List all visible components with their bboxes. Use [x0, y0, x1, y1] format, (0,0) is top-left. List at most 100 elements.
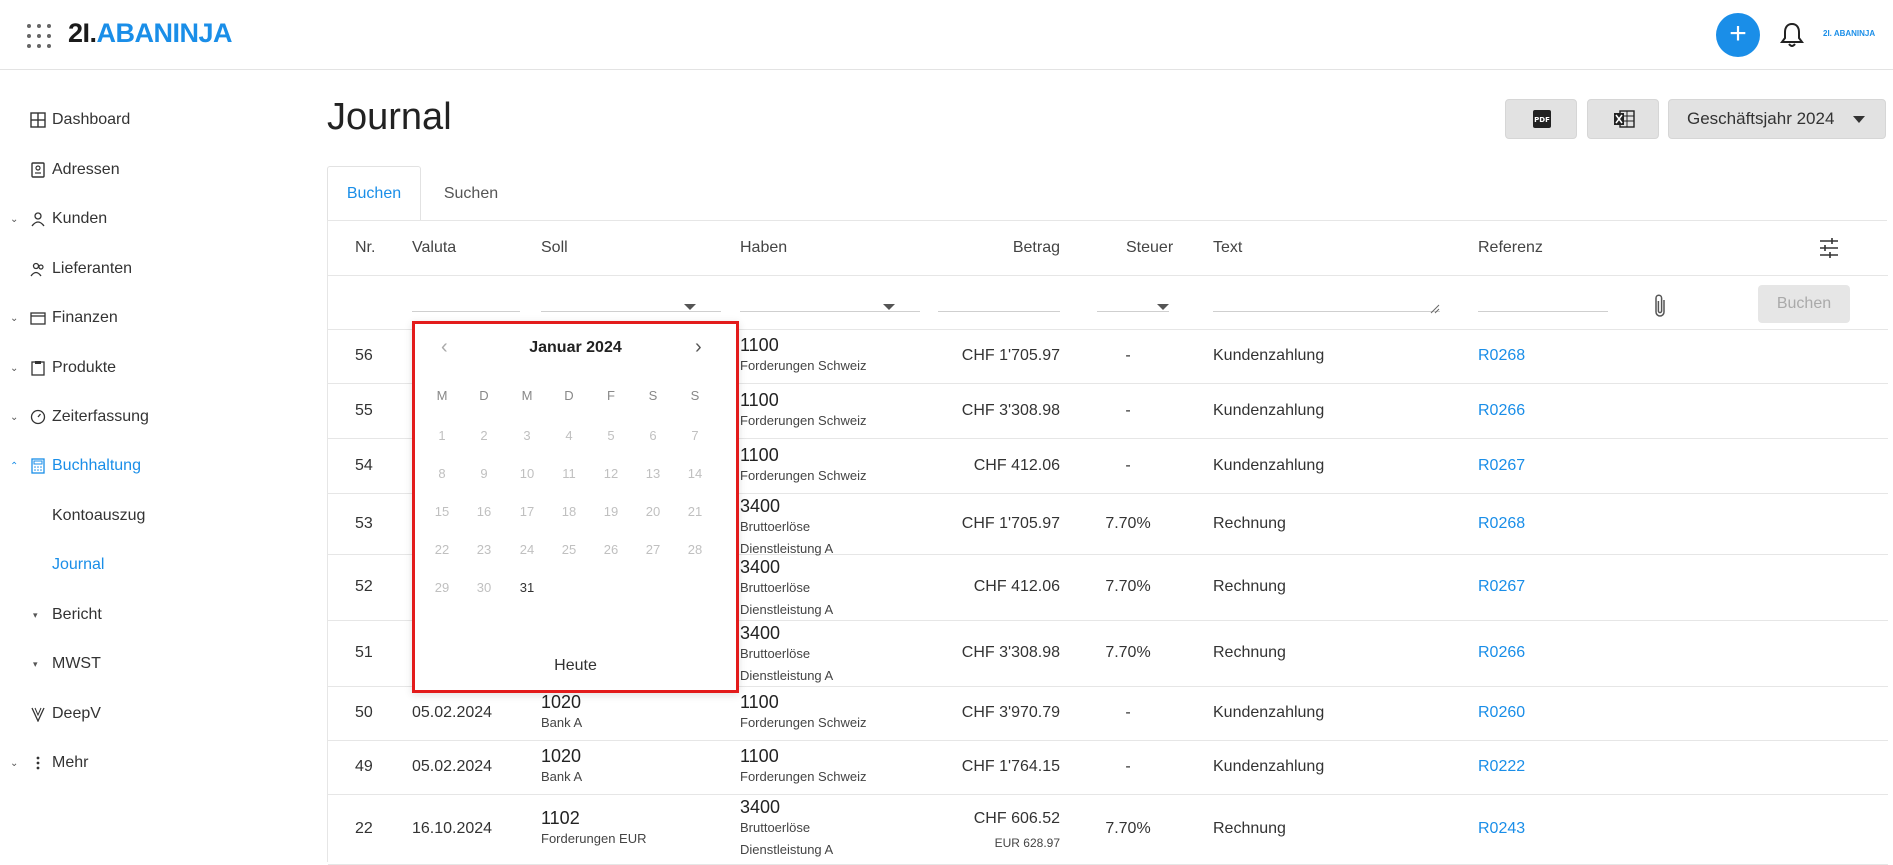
caret-down-icon — [1157, 304, 1169, 310]
cell-soll-name: Bank A — [541, 715, 583, 730]
cell-haben-name: Forderungen Schweiz — [740, 413, 867, 428]
betrag-input[interactable] — [938, 311, 1060, 312]
cell-steuer: 7.70% — [1105, 644, 1151, 661]
caret-down-icon — [883, 304, 895, 310]
valuta-input[interactable] — [412, 311, 520, 312]
sidebar-item-adressen[interactable]: Adressen — [0, 155, 290, 185]
steuer-select[interactable] — [1097, 311, 1169, 312]
cell-betrag: CHF 606.52 — [973, 810, 1060, 827]
sidebar-item-produkte[interactable]: ⌄ Produkte — [0, 353, 290, 383]
date-picker: ‹ Januar 2024 › M D M D F S S 1 2 3 4 5 6 7 8 9 10 11 12 13… — [412, 321, 739, 693]
sidebar-item-lieferanten[interactable]: Lieferanten — [0, 254, 290, 284]
text-input[interactable] — [1213, 311, 1440, 312]
sidebar-item-kontoauszug[interactable]: Kontoauszug — [0, 501, 290, 531]
weekday-label: D — [564, 388, 574, 403]
weekday-label: M — [521, 388, 533, 403]
cell-haben-name: Forderungen Schweiz — [740, 467, 867, 483]
sidebar-item-dashboard[interactable]: Dashboard — [0, 105, 290, 135]
calendar-day: 5 — [607, 428, 615, 443]
today-button[interactable]: Heute — [415, 657, 736, 675]
cell-haben-number: 1100 — [740, 444, 779, 465]
add-button[interactable]: + — [1716, 13, 1760, 57]
fiscal-year-dropdown[interactable]: Geschäftsjahr 2024 — [1668, 99, 1886, 139]
haben-select[interactable] — [740, 311, 920, 312]
cell-steuer: 7.70% — [1105, 820, 1151, 837]
cell-valuta: 05.02.2024 — [412, 704, 493, 721]
sidebar: Dashboard Adressen ⌄ Kunden Lieferanten … — [0, 70, 300, 862]
cell-steuer: - — [1125, 456, 1131, 474]
weekday-label: S — [648, 388, 658, 403]
cell-betrag: CHF 1'705.97 — [961, 514, 1060, 532]
calendar-day: 6 — [649, 428, 657, 443]
chevron-down-icon: ⌄ — [10, 757, 19, 769]
calendar-day: 1 — [438, 428, 446, 443]
reference-link[interactable]: R0266 — [1478, 402, 1525, 420]
weekday-label: F — [607, 388, 615, 403]
sidebar-item-bericht[interactable]: ▾ Bericht — [0, 600, 290, 630]
cell-nr: 55 — [355, 402, 373, 419]
export-pdf-button[interactable]: PDF — [1505, 99, 1577, 139]
weekday-label: S — [690, 388, 700, 403]
book-button[interactable]: Buchen — [1758, 285, 1850, 323]
cell-haben-name: Forderungen Schweiz — [740, 715, 867, 730]
paperclip-icon[interactable] — [1651, 292, 1669, 320]
tab-suchen[interactable]: Suchen — [421, 166, 521, 221]
pdf-icon: PDF — [1533, 110, 1551, 128]
resize-handle-icon[interactable] — [1430, 304, 1440, 314]
column-header-referenz: Referenz — [1478, 239, 1543, 256]
apps-grid-icon[interactable] — [27, 24, 51, 48]
table-row[interactable]: 49 05.02.2024 1020 Bank A 1100 Forderungen Sc… — [328, 741, 1888, 795]
reference-link[interactable]: R0268 — [1478, 347, 1525, 365]
tab-buchen[interactable]: Buchen — [327, 166, 421, 221]
cell-steuer: - — [1125, 758, 1131, 775]
column-header-steuer: Steuer — [1126, 239, 1174, 256]
sidebar-item-finanzen[interactable]: ⌄ Finanzen — [0, 303, 290, 333]
cell-haben-number: 3400 — [740, 623, 781, 643]
cell-betrag: CHF 1'705.97 — [961, 347, 1060, 364]
calendar-day: 23 — [476, 542, 492, 557]
reference-link[interactable]: R0267 — [1478, 578, 1525, 596]
cell-haben-name-detail: Dienstleistung A — [740, 668, 834, 683]
cell-haben-name: Bruttoerlöse — [740, 580, 811, 595]
calendar-day: 19 — [603, 504, 619, 519]
referenz-input[interactable] — [1478, 311, 1608, 312]
chevron-right-icon[interactable]: › — [695, 336, 702, 359]
reference-link[interactable]: R0266 — [1478, 644, 1525, 662]
export-excel-button[interactable] — [1587, 99, 1659, 139]
sidebar-item-mwst[interactable]: ▾ MWST — [0, 649, 290, 679]
column-settings-icon[interactable] — [1818, 237, 1840, 259]
reference-link[interactable]: R0268 — [1478, 515, 1525, 533]
table-row[interactable]: 50 05.02.2024 1020 Bank A 1100 Forderungen Sc… — [328, 687, 1888, 741]
cell-betrag: CHF 3'308.98 — [961, 402, 1060, 419]
chevron-down-icon: ⌄ — [10, 312, 19, 324]
table-row[interactable]: 22 16.10.2024 1102 Forderungen EUR 3400 Brutt… — [328, 795, 1888, 865]
chevron-up-icon: ⌃ — [10, 460, 19, 472]
sidebar-item-zeiterfassung[interactable]: ⌄ Zeiterfassung — [0, 402, 290, 432]
account-logo[interactable]: 2I. ABANINJA — [1823, 29, 1875, 38]
calendar-day: 17 — [519, 504, 535, 519]
calendar-day[interactable]: 31 — [512, 580, 542, 595]
reference-link[interactable]: R0222 — [1478, 758, 1525, 776]
sidebar-item-deepv[interactable]: DeepV — [0, 699, 290, 729]
sidebar-item-kunden[interactable]: ⌄ Kunden — [0, 204, 290, 234]
cell-text: Kundenzahlung — [1213, 402, 1325, 419]
cell-text: Rechnung — [1213, 578, 1286, 595]
cell-haben-name: Bruttoerlöse — [740, 820, 811, 835]
calendar-day: 3 — [523, 428, 531, 443]
bell-icon[interactable] — [1780, 22, 1804, 48]
reference-link[interactable]: R0267 — [1478, 457, 1525, 475]
reference-link[interactable]: R0260 — [1478, 704, 1525, 722]
soll-select[interactable] — [541, 311, 721, 312]
cell-haben-number: 1100 — [740, 692, 779, 712]
dashboard-icon — [30, 112, 46, 128]
cell-soll-number: 1020 — [541, 692, 582, 712]
weekday-label: M — [436, 388, 448, 403]
sidebar-item-buchhaltung[interactable]: ⌃ Buchhaltung — [0, 451, 290, 481]
sidebar-item-journal[interactable]: Journal — [0, 550, 290, 580]
deepv-icon — [31, 707, 45, 722]
sidebar-item-mehr[interactable]: ⌄ Mehr — [0, 748, 290, 778]
brand-logo[interactable]: 2I.ABANINJA — [68, 18, 233, 49]
chevron-down-icon: ⌄ — [10, 213, 19, 225]
reference-link[interactable]: R0243 — [1478, 820, 1525, 838]
caret-down-icon: ▾ — [33, 658, 38, 669]
